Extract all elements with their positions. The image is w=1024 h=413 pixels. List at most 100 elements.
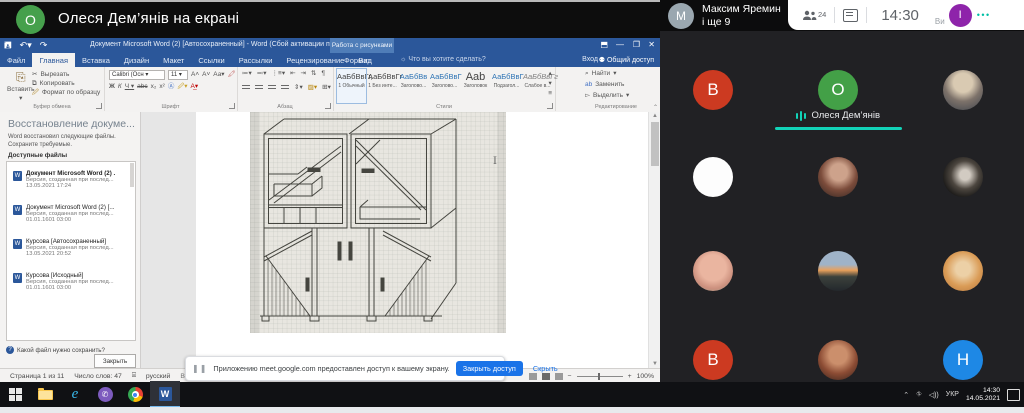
participant-avatar[interactable]: В	[693, 70, 733, 110]
line-spacing-icon[interactable]: ⇕▾	[294, 84, 303, 92]
paste-button[interactable]: ⎘ Вставить▾	[7, 70, 35, 103]
font-color-icon[interactable]: А̲▾	[191, 83, 199, 91]
chrome-icon[interactable]	[120, 382, 150, 407]
cut-button[interactable]: ✂ Вырезать	[32, 71, 69, 79]
replace-button[interactable]: ab Заменить	[585, 81, 624, 89]
recovered-file-item[interactable]: W Документ Microsoft Word (2) . Версия, …	[13, 170, 129, 189]
grow-font-icon[interactable]: А˄	[191, 71, 199, 79]
keyboard-language[interactable]: УКР	[946, 391, 959, 398]
ribbon-display-options-icon[interactable]: ⬒	[600, 40, 608, 50]
multilevel-list-icon[interactable]: ⋮≡▾	[272, 70, 286, 78]
participant-avatar[interactable]	[818, 157, 858, 197]
participant-avatar[interactable]	[943, 157, 983, 197]
self-avatar[interactable]: І	[949, 4, 972, 27]
change-case-icon[interactable]: Аа▾	[213, 71, 224, 79]
page-indicator[interactable]: Страница 1 из 11	[10, 373, 64, 380]
recovery-scrollbar[interactable]	[130, 163, 134, 187]
tray-network-icon[interactable]: ⛗	[916, 391, 922, 399]
tab-mailings[interactable]: Рассылки	[232, 53, 280, 67]
more-options-icon[interactable]: •••	[977, 10, 991, 20]
word-count[interactable]: Число слов: 47	[74, 373, 122, 380]
participants-button[interactable]: 24	[802, 10, 826, 21]
action-center-icon[interactable]	[1007, 389, 1020, 401]
bold-button[interactable]: Ж	[109, 83, 115, 91]
underline-button[interactable]: Ч ▾	[125, 83, 134, 91]
tab-layout[interactable]: Макет	[156, 53, 191, 67]
styles-scroll-up-icon[interactable]: ▴	[548, 70, 551, 78]
tab-insert[interactable]: Вставка	[75, 53, 117, 67]
clear-format-icon[interactable]: 🖍	[228, 71, 236, 79]
language-indicator[interactable]: русский	[146, 373, 170, 380]
tab-home[interactable]: Главная	[32, 53, 75, 67]
style-title[interactable]: Аab Заголовок	[461, 69, 490, 103]
stop-sharing-button[interactable]: Закрыть доступ	[456, 361, 523, 376]
start-button[interactable]	[0, 382, 30, 407]
recovered-file-item[interactable]: W Курсова [Исходный] Версия, созданная п…	[13, 272, 129, 291]
highlight-color-icon[interactable]: 🖉▾	[177, 83, 187, 91]
scrollbar-thumb[interactable]	[651, 122, 659, 166]
font-name-select[interactable]: Calibri (Осн ▾	[109, 70, 165, 80]
participant-avatar-active-speaker[interactable]: О	[818, 70, 858, 110]
font-dialog-launcher-icon[interactable]	[229, 103, 235, 109]
superscript-button[interactable]: x²	[159, 83, 164, 91]
tab-design[interactable]: Дизайн	[117, 53, 156, 67]
tray-volume-icon[interactable]: ◁))	[929, 391, 939, 399]
style-no-spacing[interactable]: АаБбВвГг 1 Без инте...	[368, 69, 397, 103]
style-heading2[interactable]: АаБбВвГ Заголово...	[430, 69, 459, 103]
clipboard-dialog-launcher-icon[interactable]	[96, 103, 102, 109]
participant-avatar[interactable]	[818, 340, 858, 380]
zoom-out-icon[interactable]: −	[568, 373, 572, 380]
internet-explorer-icon[interactable]: e	[60, 382, 90, 407]
tab-file[interactable]: Файл	[0, 53, 32, 67]
recovered-file-item[interactable]: W Курсова [Автосохраненный] Версия, созд…	[13, 238, 129, 257]
clock[interactable]: 14:30 14.05.2021	[966, 387, 1000, 403]
participant-avatar[interactable]: В	[693, 340, 733, 380]
close-icon[interactable]: ✕	[648, 40, 655, 50]
redo-icon[interactable]: ↷	[40, 40, 48, 51]
subscript-button[interactable]: x₂	[151, 83, 157, 91]
tab-references[interactable]: Ссылки	[191, 53, 231, 67]
sign-in-link[interactable]: Вход	[582, 56, 598, 63]
participant-avatar[interactable]	[943, 251, 983, 291]
zoom-level[interactable]: 100%	[637, 373, 654, 380]
shrink-font-icon[interactable]: А˅	[202, 71, 210, 79]
zoom-in-icon[interactable]: +	[628, 373, 632, 380]
chat-icon[interactable]	[843, 9, 858, 22]
align-center-icon[interactable]	[255, 85, 263, 91]
participant-avatar[interactable]	[693, 157, 733, 197]
participant-avatar[interactable]	[818, 251, 858, 291]
style-heading1[interactable]: АаБбВв Заголово...	[399, 69, 428, 103]
style-normal[interactable]: АаБбВвГг, 1 Обычный	[337, 69, 366, 103]
word-taskbar-icon[interactable]: W	[150, 381, 180, 408]
recovery-close-button[interactable]: Закрыть	[94, 354, 136, 368]
collapse-ribbon-icon[interactable]: ⌃	[653, 104, 658, 111]
styles-dialog-launcher-icon[interactable]	[547, 103, 553, 109]
file-explorer-icon[interactable]	[30, 382, 60, 407]
recovery-question[interactable]: ? Какой файл нужно сохранить?	[6, 346, 105, 354]
participant-avatar[interactable]	[693, 251, 733, 291]
share-document-button[interactable]: ⚉ Общий доступ	[599, 56, 654, 64]
document-scrollbar[interactable]: ▲ ▼	[648, 112, 660, 368]
align-left-icon[interactable]	[242, 85, 250, 91]
style-subtitle[interactable]: АаБбВвГ Подзагол...	[492, 69, 521, 103]
recovered-file-item[interactable]: W Документ Microsoft Word (2) [... Верси…	[13, 204, 129, 223]
shading-icon[interactable]: ▨▾	[308, 84, 317, 92]
tray-expand-icon[interactable]: ⌃	[903, 391, 909, 399]
decrease-indent-icon[interactable]: ⇤	[290, 70, 295, 78]
viber-icon[interactable]: ✆	[90, 382, 120, 407]
styles-more-icon[interactable]: ≡	[548, 90, 552, 98]
participant-avatar[interactable]: Н	[943, 340, 983, 380]
paragraph-dialog-launcher-icon[interactable]	[325, 103, 331, 109]
proofing-icon[interactable]: ⌸	[132, 372, 136, 380]
tab-format[interactable]: Формат	[337, 53, 378, 67]
italic-button[interactable]: К	[118, 83, 122, 91]
bullets-icon[interactable]: ≔▾	[242, 70, 252, 78]
strikethrough-button[interactable]: abc	[137, 83, 147, 91]
format-painter-button[interactable]: 🖉 Формат по образцу	[32, 89, 100, 97]
tell-me-box[interactable]: ☼ Что вы хотите сделать?	[400, 56, 486, 63]
undo-icon[interactable]: ↶▾	[20, 40, 32, 51]
participant-avatar[interactable]	[943, 70, 983, 110]
restore-icon[interactable]: ❐	[633, 40, 640, 50]
text-effects-icon[interactable]: Ⓐ	[168, 83, 175, 91]
hide-share-bar-button[interactable]: Скрыть	[529, 361, 562, 376]
